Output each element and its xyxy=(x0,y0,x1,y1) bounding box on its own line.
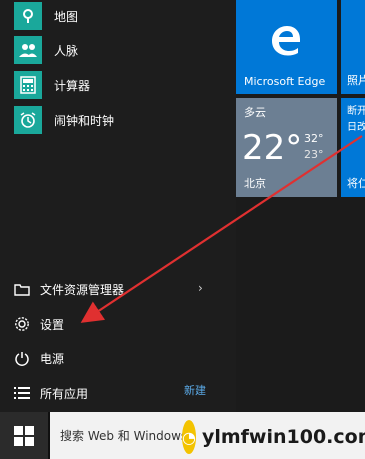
app-label-maps: 地图 xyxy=(54,9,79,24)
app-item-alarms[interactable]: 闹钟和时钟 xyxy=(14,106,114,134)
news-line-1: 断开 xyxy=(347,106,365,117)
settings-button[interactable]: 设置 xyxy=(14,313,64,335)
chevron-right-icon[interactable]: › xyxy=(198,281,203,295)
tile-weather[interactable]: 多云 22° 32° 23° 北京 xyxy=(236,98,337,197)
weather-low: 23° xyxy=(304,148,324,161)
edge-icon xyxy=(270,24,302,60)
app-item-people[interactable]: 人脉 xyxy=(14,36,78,64)
watermark-logo-icon: ◔ xyxy=(182,420,196,454)
gear-icon xyxy=(14,316,30,332)
tile-news[interactable]: 断开 日改 将仁 xyxy=(341,98,365,197)
news-line-2: 日改 xyxy=(347,122,365,133)
news-tile-label: 将仁 xyxy=(347,177,365,190)
people-icon xyxy=(14,36,42,64)
list-icon xyxy=(14,385,30,401)
settings-label: 设置 xyxy=(40,317,65,332)
all-apps-button[interactable]: 所有应用 xyxy=(14,382,88,404)
power-label: 电源 xyxy=(40,351,65,366)
app-item-calculator[interactable]: 计算器 xyxy=(14,71,90,99)
watermark: ◔ ylmfwin100.com xyxy=(182,418,365,456)
watermark-text: ylmfwin100.com xyxy=(201,426,365,448)
power-icon xyxy=(14,350,30,366)
start-menu-app-list: 地图 人脉 计算器 闹钟和时钟 文件资源管理器 › 设置 电源 所有应用 新建 xyxy=(0,0,236,412)
live-tiles: Microsoft Edge 照片 多云 22° 32° 23° 北京 断开 日… xyxy=(236,0,365,412)
alarm-clock-icon xyxy=(14,106,42,134)
all-apps-label: 所有应用 xyxy=(40,386,89,401)
app-label-calculator: 计算器 xyxy=(54,78,91,93)
start-button[interactable] xyxy=(0,412,48,459)
calculator-icon xyxy=(14,71,42,99)
power-button[interactable]: 电源 xyxy=(14,347,64,369)
new-badge: 新建 xyxy=(184,384,206,397)
windows-logo-icon xyxy=(14,425,34,446)
folder-icon xyxy=(14,281,30,297)
search-placeholder: 搜索 Web 和 Windows xyxy=(60,429,188,443)
weather-temperature: 22° xyxy=(242,128,303,168)
file-explorer-button[interactable]: 文件资源管理器 xyxy=(14,278,124,300)
tile-microsoft-edge[interactable]: Microsoft Edge xyxy=(236,0,337,94)
weather-high: 32° xyxy=(304,132,324,145)
weather-city: 北京 xyxy=(244,177,266,190)
weather-condition: 多云 xyxy=(244,106,266,119)
app-label-alarms: 闹钟和时钟 xyxy=(54,113,115,128)
map-pin-icon xyxy=(14,2,42,30)
edge-tile-label: Microsoft Edge xyxy=(244,75,326,88)
file-explorer-label: 文件资源管理器 xyxy=(40,282,125,297)
tile-photos[interactable]: 照片 xyxy=(341,0,365,94)
app-item-maps[interactable]: 地图 xyxy=(14,2,78,30)
app-label-people: 人脉 xyxy=(54,43,79,58)
photos-tile-label: 照片 xyxy=(347,74,365,87)
